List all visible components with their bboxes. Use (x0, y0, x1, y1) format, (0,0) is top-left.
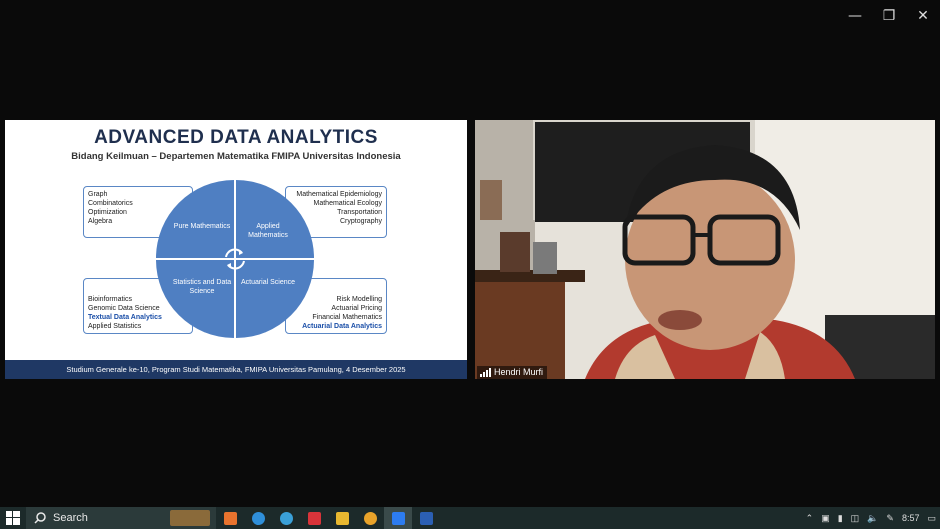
volume-icon[interactable]: 🔈 (867, 513, 878, 524)
quadrant-label-actuarial: Actuarial Science (240, 279, 296, 286)
shared-slide: ADVANCED DATA ANALYTICS Bidang Keilmuan … (5, 120, 467, 379)
zoom-icon (391, 511, 405, 525)
speaker-video-frame (475, 120, 935, 379)
taskbar-app-zoom[interactable] (384, 507, 412, 529)
quadrant-label-applied: Applied Mathematics (248, 223, 288, 239)
signal-strength-icon (480, 368, 491, 377)
search-icon (34, 512, 46, 524)
notification-icon[interactable]: ▭ (927, 513, 936, 524)
restore-button[interactable]: ❐ (872, 0, 906, 32)
taskbar-search-box[interactable]: Search (26, 507, 216, 529)
window-controls: — ❐ ✕ (838, 0, 940, 32)
search-placeholder: Search (53, 512, 88, 524)
quadrant-circle: Pure Mathematics Applied Mathematics Sta… (156, 180, 314, 338)
slide-footer: Studium Generale ke-10, Program Studi Ma… (5, 360, 467, 379)
quadrant-label-pure: Pure Mathematics (173, 223, 231, 230)
edge-icon (251, 511, 265, 525)
chevron-up-icon[interactable]: ⌃ (806, 513, 814, 524)
word-icon (419, 511, 433, 525)
windows-logo-icon (6, 511, 20, 525)
close-button[interactable]: ✕ (906, 0, 940, 32)
widgets-icon (223, 511, 237, 525)
slide-subtitle: Bidang Keilmuan – Departemen Matematika … (71, 151, 401, 162)
search-highlight-icon (170, 510, 210, 526)
taskbar-app-store[interactable] (300, 507, 328, 529)
minimize-button[interactable]: — (838, 0, 872, 32)
gear-icon (279, 511, 293, 525)
windows-taskbar: Search ⌃ ▣ ▮ ◫ 🔈 ✎ 8:57 ▭ (0, 507, 940, 529)
participant-video[interactable] (475, 120, 935, 379)
taskbar-app-word[interactable] (412, 507, 440, 529)
taskbar-app-explorer[interactable] (328, 507, 356, 529)
participant-name-tag: Hendri Murfi (477, 366, 548, 379)
clock-time[interactable]: 8:57 (902, 513, 920, 523)
taskbar-app-edge[interactable] (244, 507, 272, 529)
folder-icon (335, 511, 349, 525)
network-icon[interactable]: ◫ (851, 513, 860, 524)
cycle-arrows-icon (225, 248, 245, 270)
participant-name: Hendri Murfi (494, 367, 544, 377)
pen-icon[interactable]: ✎ (886, 513, 894, 524)
start-button[interactable] (0, 507, 26, 529)
system-tray: ⌃ ▣ ▮ ◫ 🔈 ✎ 8:57 ▭ (802, 507, 940, 529)
camera-icon[interactable]: ▣ (821, 513, 830, 524)
taskbar-app-settings[interactable] (272, 507, 300, 529)
slide-title: ADVANCED DATA ANALYTICS (94, 127, 378, 148)
taskbar-app-widgets[interactable] (216, 507, 244, 529)
chrome-icon (363, 511, 377, 525)
taskbar-app-chrome[interactable] (356, 507, 384, 529)
usb-icon[interactable]: ▮ (838, 513, 843, 524)
store-icon (307, 511, 321, 525)
quadrant-label-stats: Statistics and Data Science (172, 279, 232, 295)
